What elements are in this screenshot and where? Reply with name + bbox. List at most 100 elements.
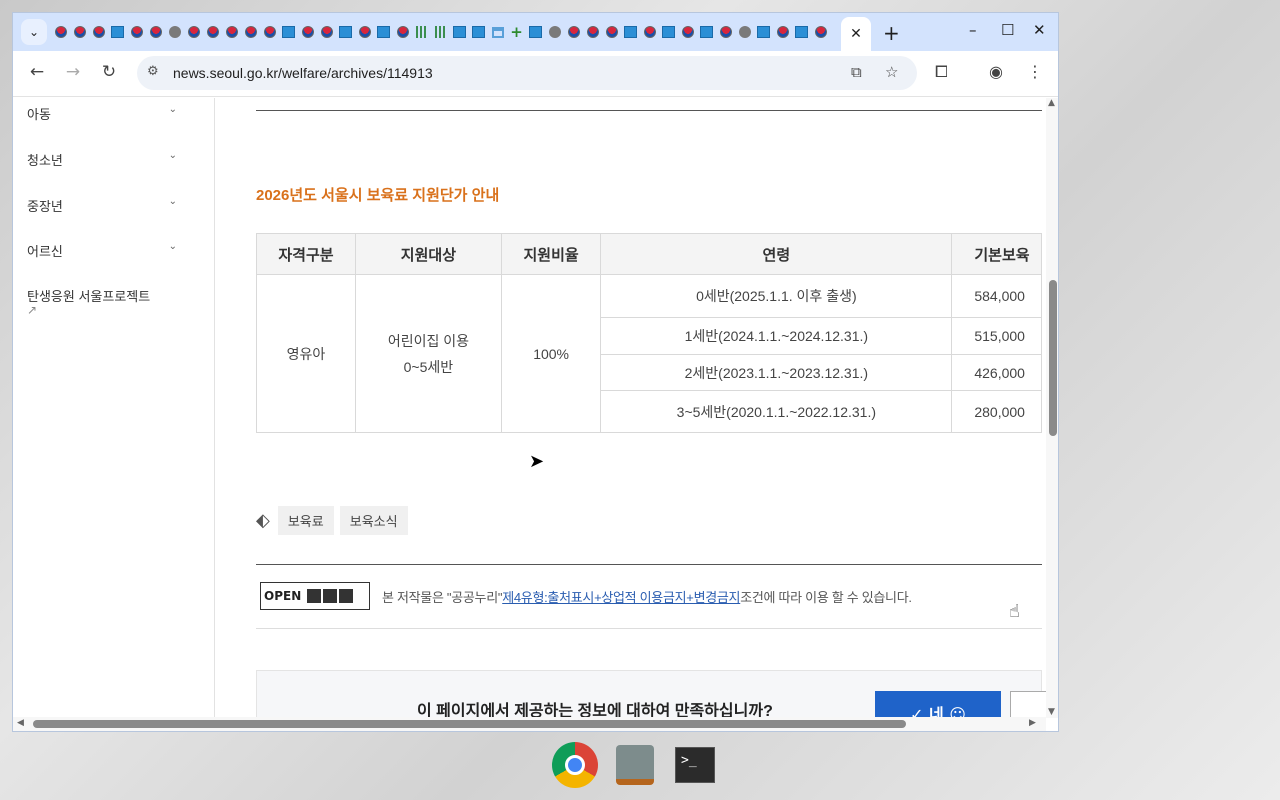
gov-icon <box>358 26 371 38</box>
taskbar-chrome[interactable] <box>550 740 600 790</box>
license-link[interactable]: 제4유형:출처표시+상업적 이용금지+변경금지 <box>502 590 740 605</box>
chevron-down-icon: ⌄ <box>28 25 40 39</box>
arrow-right-icon: → <box>65 62 81 82</box>
tab-favicon-bars[interactable] <box>412 25 431 39</box>
scroll-left-arrow[interactable]: ◀ <box>17 718 24 728</box>
back-button[interactable]: ← <box>25 62 49 82</box>
new-tab-button[interactable]: + <box>883 21 900 45</box>
tab-search-button[interactable]: ⌄ <box>21 19 47 45</box>
tab-favicon-gov[interactable] <box>51 25 70 39</box>
taskbar: >_ <box>550 740 730 790</box>
tab-favicon-seoul[interactable] <box>659 25 678 39</box>
tab-favicon-seoul[interactable] <box>526 25 545 39</box>
vertical-scrollbar[interactable]: ▲ ▼ <box>1046 98 1058 718</box>
tab-favicon-gov[interactable] <box>583 25 602 39</box>
close-icon[interactable]: ✕ <box>850 26 862 42</box>
tab-favicon-seoul[interactable] <box>469 25 488 39</box>
tab-favicon-gov[interactable] <box>355 25 374 39</box>
tab-favicon-gov[interactable] <box>89 25 108 39</box>
column-header: 지원대상 <box>354 233 502 275</box>
scroll-down-arrow[interactable]: ▼ <box>1048 707 1055 717</box>
tab-favicon-seoul[interactable] <box>621 25 640 39</box>
tab-favicon-seoul[interactable] <box>450 25 469 39</box>
tab-favicon-seoul[interactable] <box>108 25 127 39</box>
tag-childcare-fee[interactable]: 보육료 <box>277 506 334 535</box>
tab-favicon-seoul[interactable] <box>279 25 298 39</box>
pointer-hand-icon[interactable]: ☝ <box>1009 601 1020 622</box>
gov-icon <box>681 26 694 38</box>
tab-favicon-gov[interactable] <box>393 25 412 39</box>
site-info-icon[interactable]: ⚙ <box>147 64 159 79</box>
scroll-up-arrow[interactable]: ▲ <box>1048 98 1055 108</box>
age-cell: 1세반(2024.1.1.~2024.12.31.) <box>600 317 953 355</box>
horizontal-scrollbar[interactable]: ◀ ▶ <box>13 717 1046 731</box>
tab-favicon-gov[interactable] <box>184 25 203 39</box>
tab-favicon-gov[interactable] <box>203 25 222 39</box>
tab-favicon-globe[interactable] <box>735 25 754 39</box>
extensions-icon[interactable]: ⧠ <box>935 62 948 82</box>
url-text[interactable]: news.seoul.go.kr/welfare/archives/114913 <box>173 65 433 81</box>
tab-favicon-gov[interactable] <box>127 25 146 39</box>
seoul-icon <box>472 26 485 38</box>
amount-cell: 584,000 <box>951 274 1042 318</box>
translate-icon[interactable]: ⧉ <box>851 63 862 81</box>
tab-favicon-globe[interactable] <box>165 25 184 39</box>
minimize-button[interactable]: – <box>969 21 977 39</box>
tab-favicon-gov[interactable] <box>716 25 735 39</box>
survey-no-button[interactable] <box>1010 691 1046 717</box>
maximize-button[interactable]: ☐ <box>1001 21 1014 39</box>
tab-favicon-gov[interactable] <box>222 25 241 39</box>
tab-favicon-gov[interactable] <box>773 25 792 39</box>
sidebar-item-children[interactable]: 아동 ⌄ <box>27 104 177 123</box>
tab-favicon-seoul[interactable] <box>374 25 393 39</box>
target-cell: 어린이집 이용 0~5세반 <box>354 274 502 433</box>
menu-icon[interactable]: ⋮ <box>1027 62 1043 81</box>
profile-icon[interactable]: ◉ <box>989 62 1003 81</box>
sidebar-item-youth[interactable]: 청소년 ⌄ <box>27 150 177 169</box>
tab-favicon-gov[interactable] <box>260 25 279 39</box>
taskbar-terminal[interactable]: >_ <box>670 740 720 790</box>
tab-favicon-gov[interactable] <box>146 25 165 39</box>
sidebar-item-seniors[interactable]: 어르신 ⌄ <box>27 241 177 260</box>
scroll-right-arrow[interactable]: ▶ <box>1029 718 1036 728</box>
tab-favicon-seoul[interactable] <box>754 25 773 39</box>
horizontal-scroll-thumb[interactable] <box>33 720 906 728</box>
sidebar-item-middle-aged[interactable]: 중장년 ⌄ <box>27 196 177 215</box>
survey-yes-button[interactable]: ✓ 네 ☺ <box>875 691 1001 717</box>
tab-favicon-gov[interactable] <box>678 25 697 39</box>
tab-favicon-seoul[interactable] <box>792 25 811 39</box>
tab-favicon-gov[interactable] <box>70 25 89 39</box>
sidebar-project-link[interactable]: 탄생응원 서울프로젝트 <box>27 286 177 305</box>
gov-icon <box>206 26 219 38</box>
tab-favicon-bars[interactable] <box>431 25 450 39</box>
address-bar[interactable]: ⚙ news.seoul.go.kr/welfare/archives/1149… <box>137 56 917 90</box>
tab-favicon-seoul[interactable] <box>697 25 716 39</box>
close-window-button[interactable]: ✕ <box>1033 21 1046 39</box>
tab-favicon-gov[interactable] <box>298 25 317 39</box>
tab-favicon-plus[interactable]: + <box>507 25 526 40</box>
attribution-icon <box>307 589 322 603</box>
taskbar-stamp-app[interactable] <box>610 740 660 790</box>
tab-favicon-house[interactable] <box>488 25 507 39</box>
noncommercial-icon <box>323 589 338 603</box>
arrow-left-icon: ← <box>29 62 45 82</box>
active-tab[interactable]: ✕ <box>841 17 871 51</box>
tab-favicon-gov[interactable] <box>602 25 621 39</box>
tab-favicon-gov[interactable] <box>564 25 583 39</box>
seoul-icon <box>624 26 637 38</box>
tab-favicon-gov[interactable] <box>317 25 336 39</box>
stamp-icon <box>616 745 654 785</box>
chrome-icon <box>552 742 598 788</box>
tab-favicon-gov[interactable] <box>811 25 830 39</box>
license-type-icons <box>307 589 355 603</box>
bookmark-star-icon[interactable]: ☆ <box>885 63 898 81</box>
bars-icon <box>434 26 447 38</box>
tab-favicon-globe[interactable] <box>545 25 564 39</box>
tab-favicon-gov[interactable] <box>640 25 659 39</box>
tab-favicon-gov[interactable] <box>241 25 260 39</box>
reload-button[interactable]: ↻ <box>97 62 121 82</box>
tag-childcare-news[interactable]: 보육소식 <box>339 506 408 535</box>
forward-button[interactable]: → <box>61 62 85 82</box>
tab-favicon-seoul[interactable] <box>336 25 355 39</box>
vertical-scroll-thumb[interactable] <box>1049 280 1057 436</box>
